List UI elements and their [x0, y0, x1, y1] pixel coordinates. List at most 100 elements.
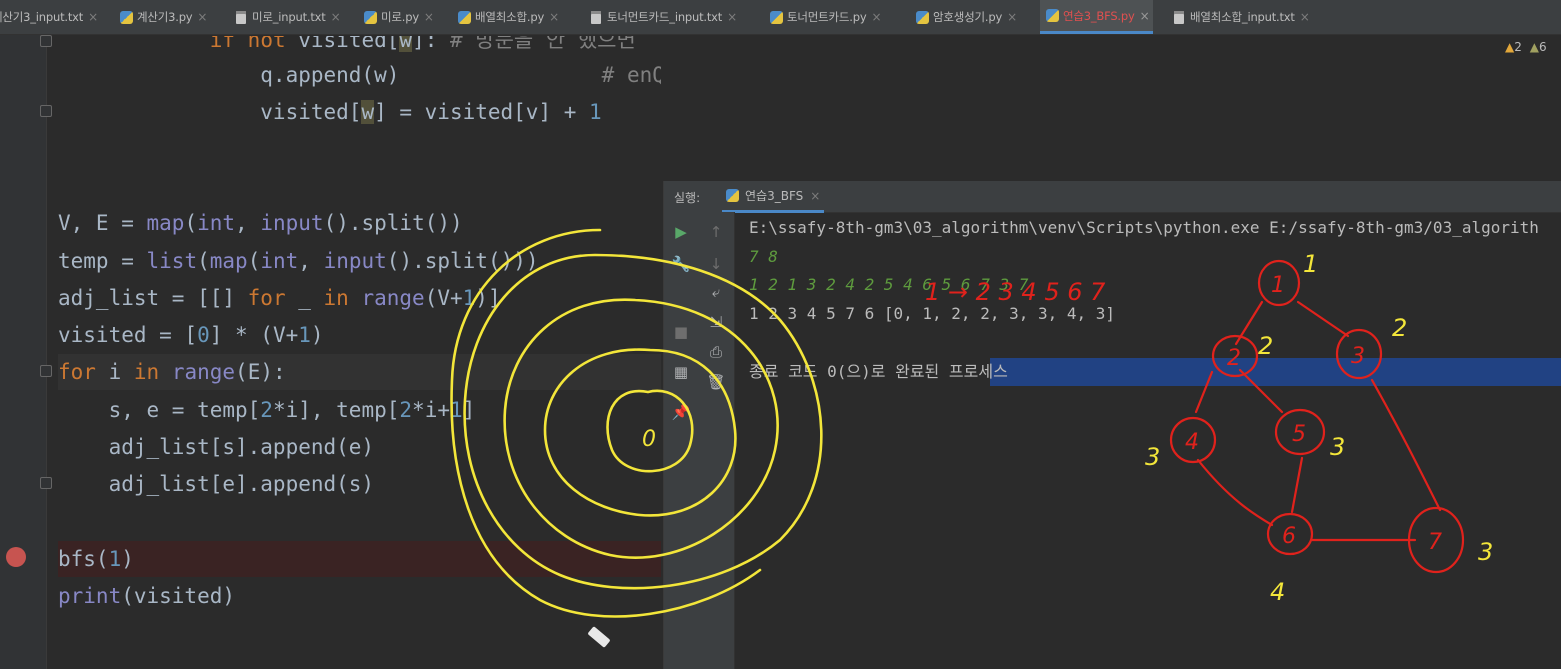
code-text: ] [462, 398, 476, 422]
code-line[interactable]: print(visited) [58, 578, 661, 614]
stop-icon[interactable]: ■ [671, 322, 691, 342]
fold-marker-icon[interactable] [40, 35, 52, 47]
code-number: 1 [298, 323, 311, 347]
code-text: _ [285, 286, 324, 310]
close-icon[interactable]: × [871, 10, 881, 24]
close-icon[interactable]: × [88, 10, 98, 24]
close-icon[interactable]: × [1300, 10, 1310, 24]
pin-icon[interactable]: 📌 [671, 402, 691, 422]
keyword: in [133, 360, 160, 384]
arrow-up-icon[interactable]: ↑ [706, 222, 726, 242]
soft-wrap-icon[interactable]: ⤶ [706, 282, 726, 302]
tab-tournament-py[interactable]: 토너먼트카드.py × [770, 0, 882, 34]
run-toolbar-left: ▶ 🔧 ■ ▦ 📌 [664, 212, 698, 669]
code-text: (V+ [424, 286, 463, 310]
rerun-icon[interactable]: ▶ [671, 222, 691, 242]
code-line[interactable]: adj_list[s].append(e) [58, 429, 661, 465]
code-text: bfs( [58, 547, 109, 571]
tab-array-min-sum-py[interactable]: 배열최소합.py × [458, 0, 559, 34]
arrow-down-icon[interactable]: ↓ [706, 254, 726, 274]
code-number: 2 [260, 398, 273, 422]
inspection-widget[interactable]: ▲2 ▲6 [1505, 40, 1547, 54]
code-text: ) [121, 547, 134, 571]
run-tab-label: 연습3_BFS [745, 189, 804, 203]
code-line[interactable]: adj_list = [[] for _ in range(V+1)] [58, 280, 661, 316]
tab-label: 미로_input.txt [252, 10, 326, 24]
code-text: ().split())) [386, 249, 539, 273]
close-icon[interactable]: × [197, 10, 207, 24]
code-line-breakpoint[interactable]: bfs(1) [58, 541, 661, 577]
trash-icon[interactable]: 🗑 [706, 372, 726, 392]
run-config-tab[interactable]: 연습3_BFS × [722, 181, 825, 213]
wrench-icon[interactable]: 🔧 [671, 254, 691, 274]
close-icon[interactable]: × [424, 10, 434, 24]
fold-marker-icon[interactable] [40, 365, 52, 377]
code-line[interactable]: V, E = map(int, input().split()) [58, 205, 661, 241]
python-file-icon [1046, 9, 1059, 22]
code-text: ( [247, 249, 261, 273]
code-line[interactable]: visited[w] = visited[v] + 1 [58, 94, 661, 130]
close-icon[interactable]: × [1140, 9, 1150, 23]
console-input-line: 7 8 [749, 247, 778, 266]
layout-icon[interactable]: ▦ [671, 362, 691, 382]
builtin: print [58, 584, 122, 608]
code-text: *i], temp[ [272, 398, 400, 422]
console-selection [990, 358, 1561, 386]
close-icon[interactable]: × [1007, 10, 1017, 24]
code-text: , [235, 211, 261, 235]
pen-cursor-icon [587, 626, 611, 648]
close-icon[interactable]: × [549, 10, 559, 24]
editor-gutter[interactable] [0, 35, 52, 669]
code-text: (E): [235, 360, 286, 384]
close-icon[interactable]: × [727, 10, 737, 24]
run-toolbar-right: ↑ ↓ ⤶ ⇲ ⎙ 🗑 [698, 212, 735, 669]
code-text: adj_list[s].append(e) [58, 435, 375, 459]
run-label: 실행: [674, 191, 701, 205]
code-line[interactable]: visited = [0] * (V+1) [58, 317, 661, 353]
python-file-icon [458, 10, 471, 24]
builtin: map [209, 249, 248, 273]
code-line-current[interactable]: for i in range(E): [58, 354, 661, 390]
tab-maze-input[interactable]: 미로_input.txt × [236, 0, 341, 34]
tab-array-min-sum-input[interactable]: 배열최소합_input.txt × [1174, 0, 1310, 34]
code-text: ) [310, 323, 324, 347]
editor-tab-bar: 계산기3_input.txt × 계산기3.py × 미로_input.txt … [0, 0, 1561, 35]
code-line[interactable]: adj_list[e].append(s) [58, 466, 661, 502]
print-icon[interactable]: ⎙ [706, 342, 726, 362]
tab-calculator3-input[interactable]: 계산기3_input.txt × [0, 0, 98, 34]
text-file-icon [1174, 10, 1184, 24]
tab-tournament-input[interactable]: 토너먼트카드_input.txt × [591, 0, 737, 34]
code-line[interactable]: temp = list(map(int, input().split())) [58, 243, 661, 279]
console-output-line: 1 2 3 4 5 7 6 [0, 1, 2, 2, 3, 3, 4, 3] [749, 304, 1116, 323]
code-text: i [95, 360, 134, 384]
fold-marker-icon[interactable] [40, 105, 52, 117]
keyword: for [247, 286, 286, 310]
tab-label: 배열최소합.py [475, 10, 545, 24]
code-number: 0 [197, 323, 210, 347]
tab-maze-py[interactable]: 미로.py × [364, 0, 434, 34]
code-text: )] [475, 286, 501, 310]
code-text: ] = visited[v] + [374, 100, 590, 124]
warning-count: 2 [1514, 40, 1522, 54]
close-icon[interactable]: × [331, 10, 341, 24]
run-toolbar-header: 실행: 연습3_BFS × [664, 181, 1561, 213]
fold-marker-icon[interactable] [40, 477, 52, 489]
tab-password-generator-py[interactable]: 암호생성기.py × [916, 0, 1017, 34]
tab-practice3-bfs-py[interactable]: 연습3_BFS.py × [1040, 0, 1154, 34]
tab-calculator3-py[interactable]: 계산기3.py × [120, 0, 207, 34]
console-exit-line: 종료 코드 0(으)로 완료된 프로세스 [749, 360, 1008, 384]
code-line[interactable]: s, e = temp[2*i], temp[2*i+1] [58, 392, 661, 428]
builtin: int [260, 249, 299, 273]
builtin: range [361, 286, 425, 310]
warning-icon: ▲ [1505, 40, 1515, 54]
text-file-icon [236, 10, 246, 24]
tab-label: 미로.py [381, 10, 419, 24]
code-text: ( [184, 211, 198, 235]
tab-label: 배열최소합_input.txt [1190, 10, 1295, 24]
code-text: ().split()) [323, 211, 463, 235]
tab-label: 연습3_BFS.py [1063, 8, 1135, 23]
code-line[interactable]: q.append(w) # enQ [58, 57, 661, 93]
scroll-to-end-icon[interactable]: ⇲ [706, 312, 726, 332]
breakpoint-icon[interactable] [6, 547, 26, 567]
close-icon[interactable]: × [810, 189, 820, 203]
